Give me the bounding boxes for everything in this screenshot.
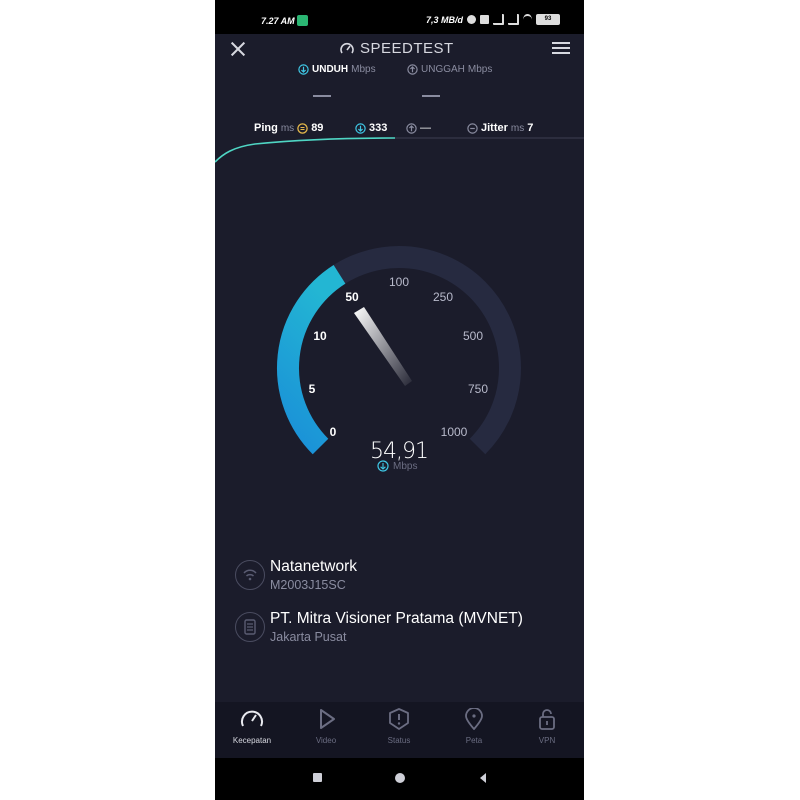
gauge-label-10: 10 xyxy=(313,329,327,343)
menu-button[interactable] xyxy=(552,42,572,56)
upload-label: UNGGAH xyxy=(421,64,465,75)
gauge-label-750: 750 xyxy=(468,382,488,396)
gauge-needle xyxy=(354,307,412,386)
nav-status[interactable]: Status xyxy=(369,708,429,745)
signal-icon xyxy=(493,14,504,25)
app-title-text: SPEEDTEST xyxy=(360,40,454,57)
alarm-icon xyxy=(467,15,476,24)
metric-tabs: UNDUH Mbps UNGGAH Mbps xyxy=(215,62,584,102)
upload-arrow-icon xyxy=(407,64,418,75)
nav-peta-label: Peta xyxy=(465,736,483,745)
battery-icon: 93 xyxy=(536,14,560,25)
download-label: UNDUH xyxy=(312,64,349,75)
network-speed: 7,3 MB/d xyxy=(425,14,463,25)
nav-kecepatan[interactable]: Kecepatan xyxy=(222,708,282,745)
gauge-label-500: 500 xyxy=(463,329,483,343)
recents-button[interactable] xyxy=(312,772,324,784)
app-title: SPEEDTEST xyxy=(340,40,454,57)
wifi-icon xyxy=(523,14,532,25)
play-icon xyxy=(320,709,335,729)
speed-unit: Mbps xyxy=(393,461,417,472)
home-button[interactable] xyxy=(394,772,406,784)
upload-unit: Mbps xyxy=(467,64,493,75)
download-value-placeholder xyxy=(313,95,331,97)
download-arrow-icon xyxy=(298,64,309,75)
lock-icon xyxy=(539,709,555,730)
phone-screen: 7.27 AM 7,3 MB/d 93 SPEEDTEST UNDUH Mbps… xyxy=(215,0,584,800)
back-button[interactable] xyxy=(477,772,489,784)
app-header: SPEEDTEST xyxy=(215,34,584,64)
gauge-label-100: 100 xyxy=(389,275,409,289)
provider-name: PT. Mitra Visioner Pratama (MVNET) xyxy=(270,610,523,627)
gauge-label-5: 5 xyxy=(309,382,316,396)
signal-2-icon xyxy=(508,14,519,25)
server-icon xyxy=(235,612,265,642)
download-unit: Mbps xyxy=(351,64,376,75)
speedtest-logo-icon xyxy=(340,42,354,53)
speedometer-icon xyxy=(241,710,263,727)
server-location: Jakarta Pusat xyxy=(270,630,347,644)
speed-graph xyxy=(215,137,584,163)
network-name: Natanetwork xyxy=(270,558,358,575)
upload-value-placeholder xyxy=(422,95,440,97)
gauge-label-250: 250 xyxy=(433,290,453,304)
gauge-fill xyxy=(276,265,346,455)
status-bar: 7.27 AM 7,3 MB/d 93 xyxy=(215,0,584,34)
upload-tab[interactable]: UNGGAH Mbps xyxy=(407,64,492,75)
network-info[interactable]: Natanetwork M2003J15SC xyxy=(235,558,575,598)
provider-info[interactable]: PT. Mitra Visioner Pratama (MVNET) Jakar… xyxy=(235,610,575,650)
status-time: 7.27 AM xyxy=(261,16,295,26)
close-button[interactable] xyxy=(229,40,247,58)
app-notification-icon xyxy=(297,15,308,26)
graph-line xyxy=(215,137,396,163)
system-navigation xyxy=(215,758,584,800)
device-model: M2003J15SC xyxy=(270,578,346,592)
volte-icon xyxy=(480,15,489,24)
nav-vpn[interactable]: VPN xyxy=(517,708,577,745)
nav-status-label: Status xyxy=(387,736,411,745)
nav-kecepatan-label: Kecepatan xyxy=(232,736,272,745)
nav-vpn-label: VPN xyxy=(538,736,556,745)
bottom-navigation: Kecepatan Video Status Peta VPN xyxy=(215,702,584,758)
nav-video-label: Video xyxy=(315,736,337,745)
gauge-label-1000: 1000 xyxy=(441,425,468,439)
wifi-icon xyxy=(235,560,265,590)
status-indicators: 7,3 MB/d 93 xyxy=(426,14,560,25)
gauge-label-0: 0 xyxy=(330,425,337,439)
download-tab[interactable]: UNDUH Mbps xyxy=(298,64,376,75)
speed-gauge: 0 5 10 50 100 250 500 750 1000 54,91 Mbp… xyxy=(276,246,521,472)
map-pin-icon xyxy=(465,708,483,730)
nav-video[interactable]: Video xyxy=(296,708,356,745)
alert-icon xyxy=(389,708,409,730)
nav-peta[interactable]: Peta xyxy=(444,708,504,745)
gauge-label-50: 50 xyxy=(345,290,359,304)
